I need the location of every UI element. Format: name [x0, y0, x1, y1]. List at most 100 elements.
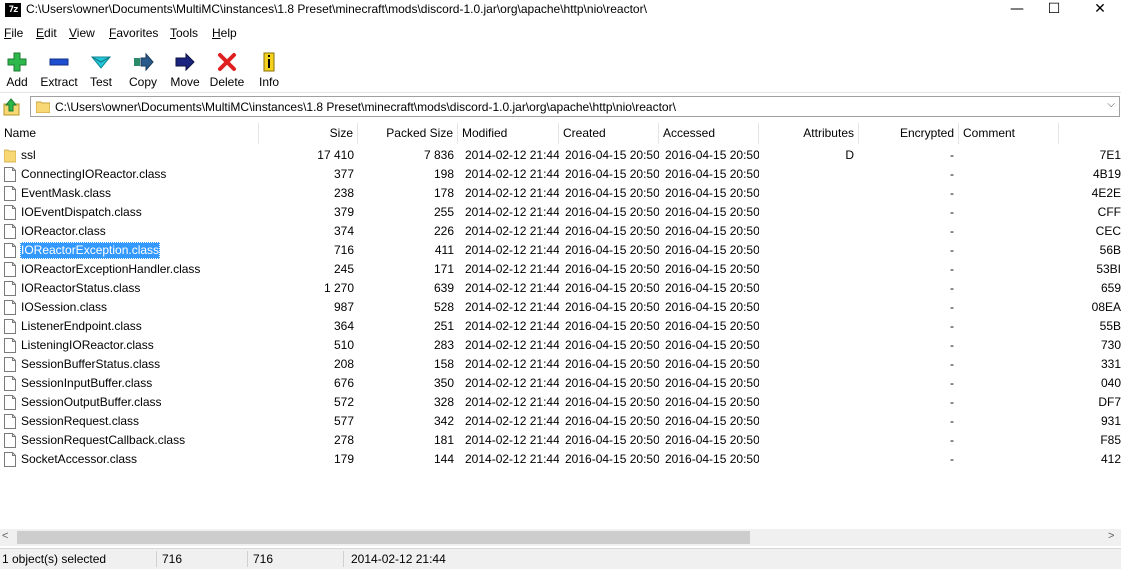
column-header-comment[interactable]: Comment: [959, 123, 1059, 144]
address-bar: C:\Users\owner\Documents\MultiMC\instanc…: [0, 96, 1121, 118]
file-row[interactable]: SocketAccessor.class 179 144 2014-02-12 21:…: [0, 450, 1121, 469]
scroll-right-arrow-icon[interactable]: >: [1108, 530, 1114, 542]
column-header-created[interactable]: Created: [559, 123, 659, 144]
up-folder-icon[interactable]: [2, 97, 22, 117]
add-button[interactable]: Add: [0, 48, 39, 92]
maximize-button[interactable]: ☐: [1031, 0, 1077, 20]
test-button[interactable]: Test: [79, 48, 123, 92]
cell-crc: 56B: [1099, 243, 1121, 257]
cell-created: 2016-04-15 20:50: [565, 414, 659, 428]
close-button[interactable]: ✕: [1077, 0, 1121, 20]
folder-icon: [36, 101, 50, 113]
column-header-modified[interactable]: Modified: [458, 123, 559, 144]
cell-created: 2016-04-15 20:50: [565, 148, 659, 162]
cell-created: 2016-04-15 20:50: [565, 224, 659, 238]
copy-label: Copy: [128, 75, 157, 89]
cell-modified: 2014-02-12 21:44: [465, 357, 559, 371]
cell-size: 377: [333, 167, 354, 181]
cell-encrypted: -: [950, 452, 954, 466]
copy-button[interactable]: Copy: [121, 48, 165, 92]
file-row[interactable]: SessionInputBuffer.class 676 350 2014-02-12…: [0, 374, 1121, 393]
cell-packed-size: 181: [433, 433, 454, 447]
column-header-encrypted[interactable]: Encrypted: [859, 123, 959, 144]
menu-favorites[interactable]: Favorites: [109, 26, 158, 40]
menu-file[interactable]: File: [4, 26, 23, 40]
cell-accessed: 2016-04-15 20:50: [665, 300, 759, 314]
extract-button[interactable]: Extract: [37, 48, 81, 92]
column-header-packed-size[interactable]: Packed Size: [358, 123, 458, 144]
cell-crc: F85: [1100, 433, 1121, 447]
cell-encrypted: -: [950, 300, 954, 314]
cell-modified: 2014-02-12 21:44: [465, 338, 559, 352]
cell-encrypted: -: [950, 338, 954, 352]
cell-name: SessionRequestCallback.class: [21, 433, 186, 447]
cell-created: 2016-04-15 20:50: [565, 376, 659, 390]
cell-name: ListeningIOReactor.class: [21, 338, 154, 352]
cell-packed-size: 342: [433, 414, 454, 428]
path-text: C:\Users\owner\Documents\MultiMC\instanc…: [55, 100, 676, 114]
cell-packed-size: 7 836: [423, 148, 454, 162]
cell-created: 2016-04-15 20:50: [565, 186, 659, 200]
file-row[interactable]: SessionOutputBuffer.class 572 328 2014-02-1…: [0, 393, 1121, 412]
status-selection: 1 object(s) selected: [2, 552, 107, 566]
file-row[interactable]: ListenerEndpoint.class 364 251 2014-02-12 2…: [0, 317, 1121, 336]
column-header-row: Name Size Packed Size Modified Created A…: [0, 123, 1121, 144]
cell-attributes: [759, 298, 854, 317]
column-header-crc[interactable]: [1059, 123, 1121, 144]
move-button[interactable]: Move: [163, 48, 207, 92]
file-icon: [4, 262, 16, 277]
cell-size: 577: [333, 414, 354, 428]
file-row[interactable]: IOReactor.class 374 226 2014-02-12 21:44 201…: [0, 222, 1121, 241]
cell-modified: 2014-02-12 21:44: [465, 319, 559, 333]
cell-accessed: 2016-04-15 20:50: [665, 281, 759, 295]
scroll-left-arrow-icon[interactable]: <: [2, 530, 8, 542]
file-row[interactable]: IOReactorExceptionHandler.class 245 171 201…: [0, 260, 1121, 279]
cell-packed-size: 144: [433, 452, 454, 466]
file-row[interactable]: IOReactorException.class 716 411 2014-02-12…: [0, 241, 1121, 260]
column-header-size[interactable]: Size: [259, 123, 358, 144]
file-row[interactable]: IOEventDispatch.class 379 255 2014-02-12 21…: [0, 203, 1121, 222]
cell-packed-size: 255: [433, 205, 454, 219]
info-button[interactable]: Info: [247, 48, 291, 92]
cell-created: 2016-04-15 20:50: [565, 300, 659, 314]
menu-edit[interactable]: Edit: [36, 26, 57, 40]
file-row[interactable]: SessionRequest.class 577 342 2014-02-12 21:…: [0, 412, 1121, 431]
cell-packed-size: 226: [433, 224, 454, 238]
cell-encrypted: -: [950, 395, 954, 409]
file-row[interactable]: ListeningIOReactor.class 510 283 2014-02-12…: [0, 336, 1121, 355]
column-header-attributes[interactable]: Attributes: [759, 123, 859, 144]
column-header-name[interactable]: Name: [0, 123, 259, 144]
menu-bar: File Edit View Favorites Tools Help: [0, 24, 1121, 42]
file-row[interactable]: SessionBufferStatus.class 208 158 2014-02-1…: [0, 355, 1121, 374]
cell-modified: 2014-02-12 21:44: [465, 167, 559, 181]
cell-encrypted: -: [950, 148, 954, 162]
column-header-accessed[interactable]: Accessed: [659, 123, 759, 144]
file-row[interactable]: IOSession.class 987 528 2014-02-12 21:44 201…: [0, 298, 1121, 317]
menu-tools[interactable]: Tools: [170, 26, 198, 40]
file-row[interactable]: EventMask.class 238 178 2014-02-12 21:44 201…: [0, 184, 1121, 203]
cell-created: 2016-04-15 20:50: [565, 433, 659, 447]
path-combobox[interactable]: C:\Users\owner\Documents\MultiMC\instanc…: [30, 96, 1120, 117]
cell-attributes: [759, 431, 854, 450]
chevron-down-icon[interactable]: ⌵: [1107, 99, 1115, 110]
file-row[interactable]: ConnectingIOReactor.class 377 198 2014-02-1…: [0, 165, 1121, 184]
menu-view[interactable]: View: [69, 26, 95, 40]
file-icon: [4, 300, 16, 315]
menu-help[interactable]: Help: [212, 26, 237, 40]
delete-button[interactable]: Delete: [205, 48, 249, 92]
file-row[interactable]: ssl 17 410 7 836 2014-02-12 21:44 2016-04-15…: [0, 146, 1121, 165]
horizontal-scrollbar[interactable]: < >: [0, 529, 1121, 546]
scrollbar-thumb[interactable]: [17, 531, 750, 544]
file-row[interactable]: SessionRequestCallback.class 278 181 2014-0…: [0, 431, 1121, 450]
cell-size: 245: [333, 262, 354, 276]
cell-modified: 2014-02-12 21:44: [465, 148, 559, 162]
cell-size: 676: [333, 376, 354, 390]
cell-size: 987: [333, 300, 354, 314]
cell-attributes: [759, 412, 854, 431]
cell-accessed: 2016-04-15 20:50: [665, 357, 759, 371]
cell-size: 364: [333, 319, 354, 333]
status-divider: [156, 551, 157, 567]
cell-modified: 2014-02-12 21:44: [465, 205, 559, 219]
cell-name: SessionOutputBuffer.class: [21, 395, 162, 409]
file-row[interactable]: IOReactorStatus.class 1 270 639 2014-02-12 …: [0, 279, 1121, 298]
